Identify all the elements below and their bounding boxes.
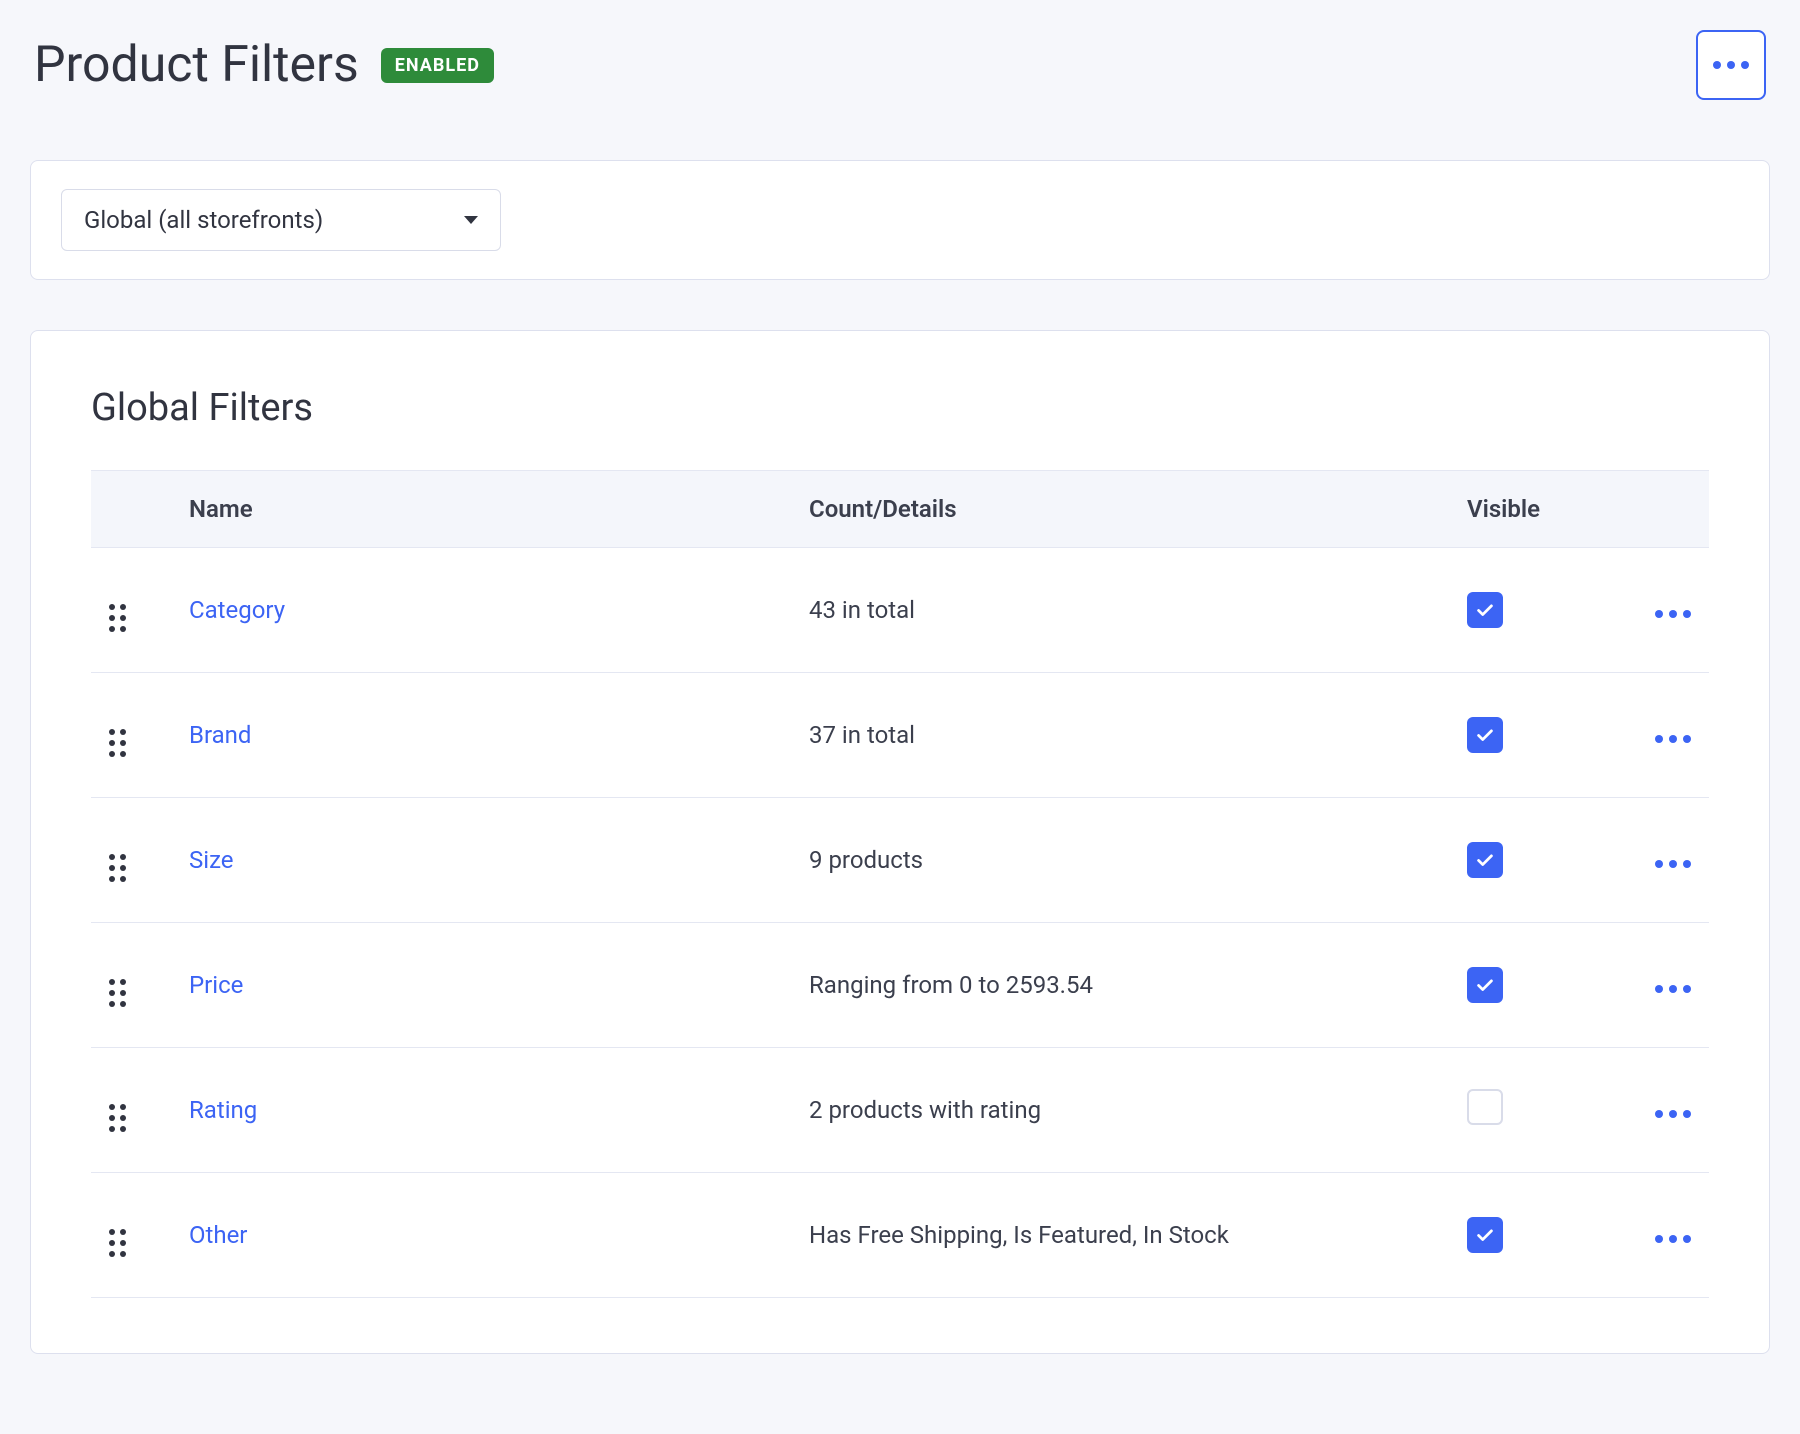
storefront-card: Global (all storefronts) xyxy=(30,160,1770,280)
filter-name-link[interactable]: Price xyxy=(189,971,243,999)
drag-handle-icon[interactable] xyxy=(109,729,126,757)
filters-card: Global Filters Name Count/Details Visibl… xyxy=(30,330,1770,1354)
visible-checkbox[interactable] xyxy=(1467,1089,1503,1125)
row-actions-button[interactable] xyxy=(1655,735,1691,743)
check-icon xyxy=(1474,1224,1496,1246)
filter-name-link[interactable]: Size xyxy=(189,846,234,874)
filter-details: Has Free Shipping, Is Featured, In Stock xyxy=(809,1221,1229,1249)
visible-checkbox[interactable] xyxy=(1467,967,1503,1003)
filter-details: Ranging from 0 to 2593.54 xyxy=(809,971,1093,999)
col-header-details: Count/Details xyxy=(791,471,1449,548)
row-actions-button[interactable] xyxy=(1655,860,1691,868)
page-actions-button[interactable] xyxy=(1696,30,1766,100)
check-icon xyxy=(1474,724,1496,746)
storefront-select-value: Global (all storefronts) xyxy=(84,206,323,234)
col-header-visible: Visible xyxy=(1449,471,1609,548)
col-header-name: Name xyxy=(171,471,791,548)
section-title: Global Filters xyxy=(91,386,1709,430)
filters-table: Name Count/Details Visible Category 43 in… xyxy=(91,470,1709,1298)
row-actions-button[interactable] xyxy=(1655,610,1691,618)
table-row: Rating 2 products with rating xyxy=(91,1048,1709,1173)
visible-checkbox[interactable] xyxy=(1467,717,1503,753)
more-horizontal-icon xyxy=(1713,61,1749,69)
drag-handle-icon[interactable] xyxy=(109,604,126,632)
filter-name-link[interactable]: Brand xyxy=(189,721,251,749)
visible-checkbox[interactable] xyxy=(1467,842,1503,878)
status-badge: ENABLED xyxy=(381,48,494,83)
check-icon xyxy=(1474,974,1496,996)
row-actions-button[interactable] xyxy=(1655,1110,1691,1118)
storefront-select[interactable]: Global (all storefronts) xyxy=(61,189,501,251)
visible-checkbox[interactable] xyxy=(1467,1217,1503,1253)
table-row: Brand 37 in total xyxy=(91,673,1709,798)
table-row: Size 9 products xyxy=(91,798,1709,923)
page-title: Product Filters xyxy=(34,36,359,94)
filter-details: 37 in total xyxy=(809,721,915,749)
check-icon xyxy=(1474,849,1496,871)
visible-checkbox[interactable] xyxy=(1467,592,1503,628)
table-row: Category 43 in total xyxy=(91,548,1709,673)
table-row: Other Has Free Shipping, Is Featured, In … xyxy=(91,1173,1709,1298)
filter-details: 2 products with rating xyxy=(809,1096,1041,1124)
filter-name-link[interactable]: Category xyxy=(189,596,285,624)
drag-handle-icon[interactable] xyxy=(109,979,126,1007)
filter-details: 43 in total xyxy=(809,596,915,624)
row-actions-button[interactable] xyxy=(1655,1235,1691,1243)
chevron-down-icon xyxy=(464,216,478,224)
page-header: Product Filters ENABLED xyxy=(30,30,1770,100)
col-header-handle xyxy=(91,471,171,548)
row-actions-button[interactable] xyxy=(1655,985,1691,993)
filter-name-link[interactable]: Other xyxy=(189,1221,247,1249)
col-header-actions xyxy=(1609,471,1709,548)
filter-details: 9 products xyxy=(809,846,923,874)
drag-handle-icon[interactable] xyxy=(109,1104,126,1132)
table-row: Price Ranging from 0 to 2593.54 xyxy=(91,923,1709,1048)
filter-name-link[interactable]: Rating xyxy=(189,1096,257,1124)
drag-handle-icon[interactable] xyxy=(109,854,126,882)
drag-handle-icon[interactable] xyxy=(109,1229,126,1257)
check-icon xyxy=(1474,599,1496,621)
title-wrap: Product Filters ENABLED xyxy=(34,36,494,94)
